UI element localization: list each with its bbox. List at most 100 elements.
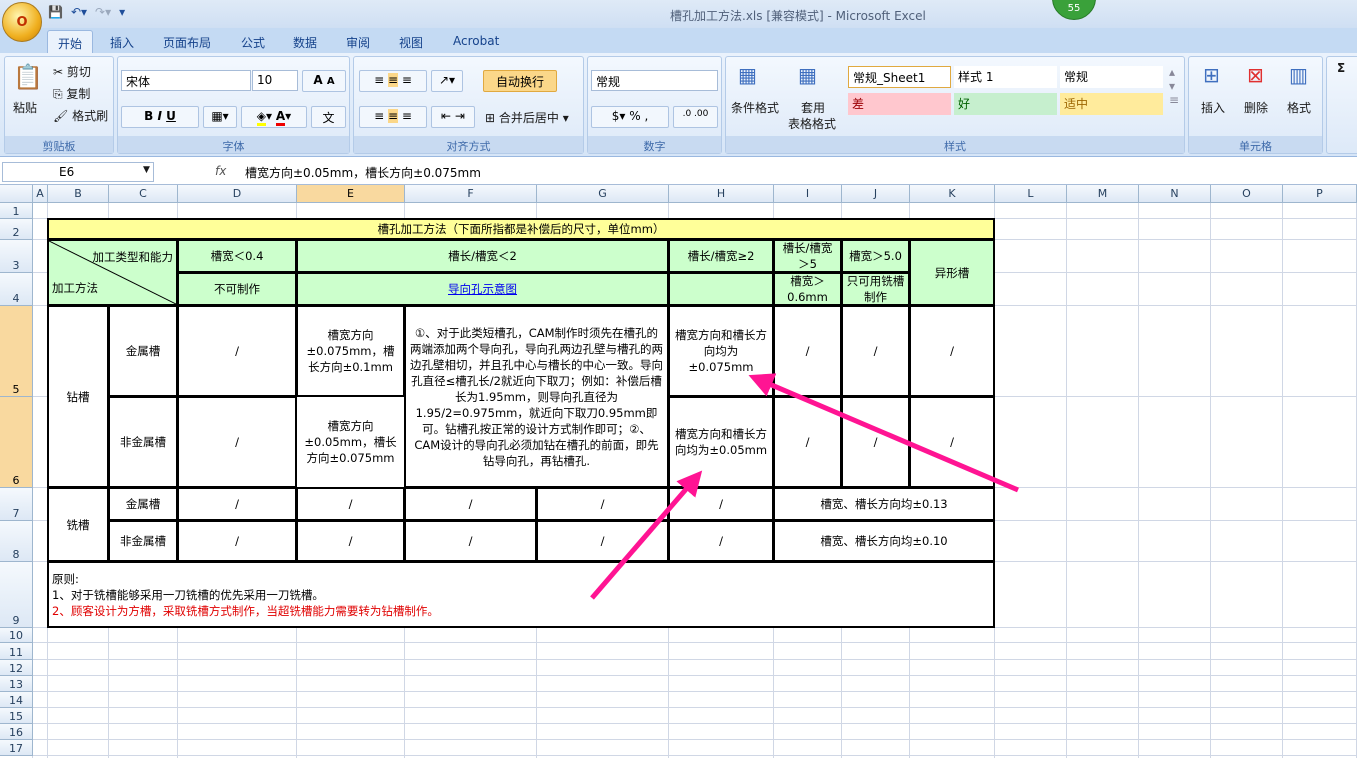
delete-button[interactable]: 删除	[1244, 99, 1268, 116]
cell-I6[interactable]: /	[773, 396, 842, 488]
undo-icon[interactable]: ↶▾	[71, 5, 87, 19]
row-header-17[interactable]: 17	[0, 740, 33, 756]
column-header-E[interactable]: E	[297, 185, 405, 203]
table-format-button-line1[interactable]: 套用	[801, 99, 825, 116]
orientation-button[interactable]: ↗▾	[431, 70, 463, 92]
column-header-J[interactable]: J	[842, 185, 910, 203]
cell-C8[interactable]: 非金属槽	[108, 520, 178, 562]
cell-D4[interactable]: 不可制作	[177, 272, 297, 306]
redo-icon[interactable]: ↷▾	[95, 5, 111, 19]
phonetic-button[interactable]: 文	[311, 106, 346, 128]
column-header-N[interactable]: N	[1139, 185, 1211, 203]
row-header-13[interactable]: 13	[0, 676, 33, 692]
customize-qat-icon[interactable]: ▾	[119, 5, 125, 19]
formula-input[interactable]: 槽宽方向±0.05mm，槽长方向±0.075mm	[245, 164, 481, 181]
column-header-L[interactable]: L	[995, 185, 1067, 203]
office-button[interactable]: O	[2, 2, 42, 42]
tab-review[interactable]: 审阅	[336, 30, 380, 53]
cell-H3[interactable]: 槽长/槽宽≥2	[668, 239, 774, 273]
autosum-button[interactable]: Σ	[1337, 61, 1345, 75]
cell-style[interactable]: 常规_Sheet1	[848, 66, 951, 88]
row-header-3[interactable]: 3	[0, 240, 33, 273]
column-header-O[interactable]: O	[1211, 185, 1283, 203]
vertical-align-buttons[interactable]: ≡ ≡ ≡	[359, 70, 427, 92]
cell-K6[interactable]: /	[909, 396, 995, 488]
fill-color-button[interactable]: ◈▾ A▾	[241, 106, 307, 128]
select-all-corner[interactable]	[0, 185, 33, 203]
decimal-buttons[interactable]: .0 .00	[673, 106, 718, 128]
tab-insert[interactable]: 插入	[100, 30, 144, 53]
name-box-dropdown-icon[interactable]: ▼	[143, 165, 150, 175]
row-header-7[interactable]: 7	[0, 488, 33, 521]
conditional-format-button[interactable]: 条件格式	[731, 99, 779, 116]
cell-style[interactable]: 常规	[1060, 66, 1163, 88]
cell-H5[interactable]: 槽宽方向和槽长方向均为±0.075mm	[668, 305, 774, 397]
row-header-9[interactable]: 9	[0, 562, 33, 628]
notification-badge[interactable]: 55	[1052, 0, 1096, 20]
cell-H6[interactable]: 槽宽方向和槽长方向均为±0.05mm	[668, 396, 774, 488]
cell-D7[interactable]: /	[177, 487, 297, 521]
cell-G7[interactable]: /	[536, 487, 669, 521]
tab-view[interactable]: 视图	[389, 30, 433, 53]
column-header-G[interactable]: G	[537, 185, 669, 203]
cell-style[interactable]: 适中	[1060, 93, 1163, 115]
row-header-6[interactable]: 6	[0, 397, 33, 488]
bold-button[interactable]: B	[144, 109, 153, 123]
cell-E4-G4[interactable]: 导向孔示意图	[296, 272, 669, 306]
horizontal-align-buttons[interactable]: ≡ ≡ ≡	[359, 106, 427, 128]
cell-F7[interactable]: /	[404, 487, 537, 521]
cell-J3[interactable]: 槽宽＞5.0	[841, 239, 910, 273]
tab-data[interactable]: 数据	[283, 30, 327, 53]
row-header-10[interactable]: 10	[0, 628, 33, 643]
cell-D5[interactable]: /	[177, 305, 297, 397]
column-header-F[interactable]: F	[405, 185, 537, 203]
cell-D3[interactable]: 槽宽＜0.4	[177, 239, 297, 273]
cell-B5-B6[interactable]: 钻槽	[47, 305, 109, 488]
cell-J4[interactable]: 只可用铣槽制作	[841, 272, 910, 306]
cell-B7-B8[interactable]: 铣槽	[47, 487, 109, 562]
column-header-P[interactable]: P	[1283, 185, 1357, 203]
cell-style[interactable]: 差	[848, 93, 951, 115]
cell-F5-G6[interactable]: ①、对于此类短槽孔，CAM制作时须先在槽孔的两端添加两个导向孔，导向孔两边孔壁与…	[404, 305, 669, 488]
cell-style[interactable]: 样式 1	[954, 66, 1057, 88]
indent-buttons[interactable]: ⇤ ⇥	[431, 106, 475, 128]
spreadsheet-grid[interactable]: A B C D E F G H I J K L M N O P 1 2 3 4 5 6 7 8 9 10 11 12 13 14 15 16 1…	[0, 185, 1357, 758]
row-header-2[interactable]: 2	[0, 219, 33, 240]
font-color-button[interactable]: A	[275, 109, 286, 126]
copy-button[interactable]: ⎘ 复制	[53, 85, 90, 102]
cell-I8-K8[interactable]: 槽宽、槽长方向均±0.10	[773, 520, 995, 562]
cell-E3-G3[interactable]: 槽长/槽宽＜2	[296, 239, 669, 273]
paste-button[interactable]: 粘贴	[13, 99, 37, 116]
number-format-select[interactable]: 常规	[591, 70, 718, 91]
cell-F8[interactable]: /	[404, 520, 537, 562]
tab-home[interactable]: 开始	[47, 30, 94, 53]
column-header-H[interactable]: H	[669, 185, 774, 203]
cell-B2-K2[interactable]: 槽孔加工方法（下面所指都是补偿后的尺寸，单位mm）	[47, 218, 995, 240]
row-header-15[interactable]: 15	[0, 708, 33, 724]
cell-C6[interactable]: 非金属槽	[108, 396, 178, 488]
cell-E7[interactable]: /	[296, 487, 405, 521]
cell-B9-K9[interactable]: 原则: 1、对于铣槽能够采用一刀铣槽的优先采用一刀铣槽。 2、顾客设计为方槽，采取铣…	[47, 561, 995, 628]
column-header-M[interactable]: M	[1067, 185, 1139, 203]
cell-G8[interactable]: /	[536, 520, 669, 562]
font-name-select[interactable]: 宋体	[121, 70, 251, 91]
table-format-button-line2[interactable]: 表格格式	[788, 115, 836, 132]
cell-H4[interactable]	[668, 272, 774, 306]
cell-E6[interactable]: 槽宽方向±0.05mm，槽长方向±0.075mm	[295, 395, 406, 489]
cell-K3-K4[interactable]: 异形槽	[909, 239, 995, 306]
cell-D8[interactable]: /	[177, 520, 297, 562]
cell-I4[interactable]: 槽宽＞0.6mm	[773, 272, 842, 306]
merge-center-button[interactable]: ⊞ 合并后居中 ▾	[485, 109, 569, 126]
cut-button[interactable]: ✂ 剪切	[53, 63, 91, 80]
name-box[interactable]: E6	[2, 162, 154, 182]
cell-D6[interactable]: /	[177, 396, 297, 488]
underline-button[interactable]: U	[166, 109, 176, 123]
row-header-11[interactable]: 11	[0, 643, 33, 660]
format-painter-button[interactable]: 🖌 格式刷	[53, 107, 108, 124]
column-header-B[interactable]: B	[48, 185, 109, 203]
font-grow-shrink-buttons[interactable]: A A	[302, 70, 346, 92]
cell-H8[interactable]: /	[668, 520, 774, 562]
insert-button[interactable]: 插入	[1201, 99, 1225, 116]
paste-icon[interactable]: 📋	[13, 63, 43, 91]
save-icon[interactable]: 💾	[48, 5, 63, 19]
